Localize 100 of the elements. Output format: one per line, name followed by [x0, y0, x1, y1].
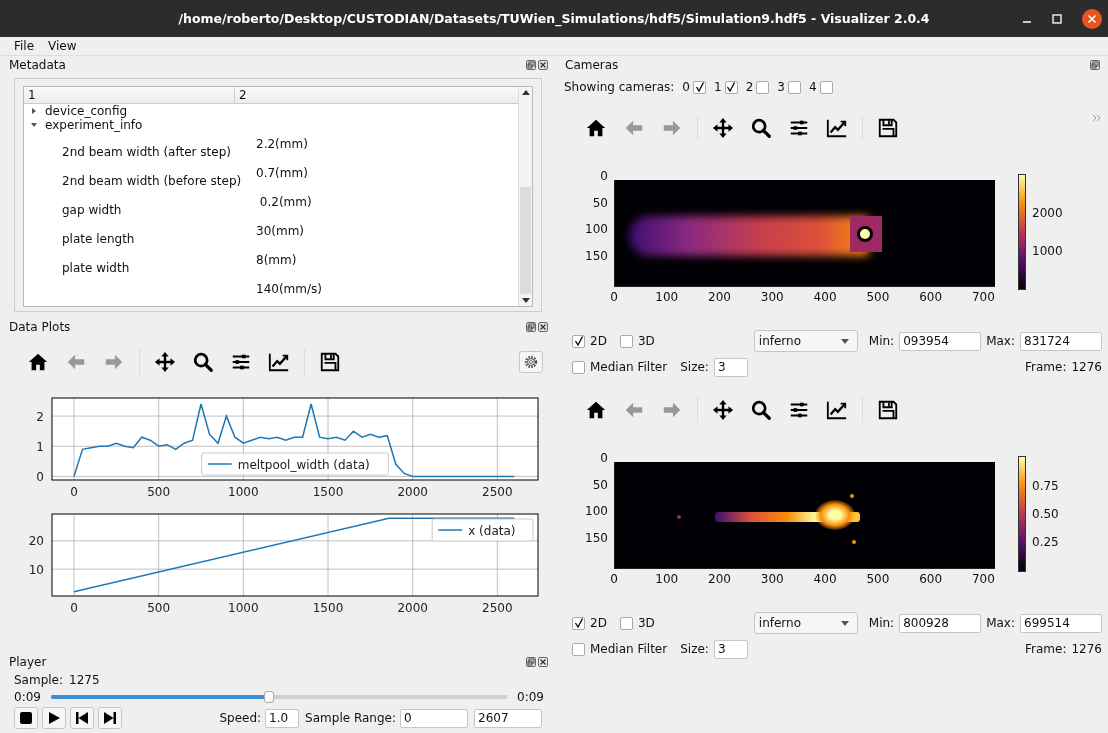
- column-header[interactable]: 1: [24, 87, 235, 103]
- checkbox-label: 3D: [637, 334, 655, 348]
- zoom-icon[interactable]: [192, 351, 214, 373]
- column-header[interactable]: 2: [235, 87, 247, 103]
- tick-label: 2500: [482, 601, 513, 615]
- frame-label: Frame:: [1025, 360, 1067, 374]
- save-icon[interactable]: [877, 117, 899, 139]
- showing-cameras-label: Showing cameras:: [564, 80, 675, 94]
- maximize-icon[interactable]: [1052, 14, 1062, 24]
- max-field[interactable]: 831724: [1020, 331, 1102, 351]
- min-field[interactable]: 800928: [899, 613, 982, 633]
- tree-item[interactable]: plate length: [62, 232, 135, 246]
- axes-icon[interactable]: [826, 117, 848, 139]
- tree-item[interactable]: gap width: [62, 203, 122, 217]
- axes-icon[interactable]: [826, 399, 848, 421]
- tick-label: 2000: [1032, 206, 1063, 221]
- checkbox[interactable]: [819, 80, 833, 94]
- expand-arrow-icon[interactable]: [30, 121, 38, 129]
- tree-item[interactable]: 2nd beam width (after step): [62, 145, 231, 159]
- checkbox[interactable]: [693, 80, 706, 94]
- close-icon[interactable]: [538, 60, 548, 70]
- pan-icon[interactable]: [712, 117, 734, 139]
- scroll-down-arrow-icon[interactable]: [521, 298, 530, 304]
- pan-icon[interactable]: [712, 399, 734, 421]
- tree-item[interactable]: experiment_info: [45, 118, 143, 132]
- time-label: 0:09: [517, 690, 544, 704]
- size-field[interactable]: 3: [713, 357, 748, 377]
- range-start-field[interactable]: 0: [400, 708, 468, 728]
- tree-item[interactable]: device_config: [45, 104, 128, 118]
- tick-label: 200: [708, 290, 731, 304]
- close-icon[interactable]: [538, 657, 548, 667]
- save-icon[interactable]: [319, 351, 341, 373]
- tree-item[interactable]: 2nd beam width (before step): [62, 174, 242, 188]
- float-icon[interactable]: [1090, 60, 1100, 70]
- tick-label: 2: [36, 409, 44, 424]
- home-icon[interactable]: [585, 117, 607, 139]
- sample-value: 1275: [69, 673, 100, 687]
- stop-button[interactable]: [14, 707, 38, 729]
- tick-label: 0: [600, 451, 608, 465]
- tick-label: 700: [971, 290, 995, 304]
- close-icon[interactable]: [1082, 9, 1102, 29]
- checkbox[interactable]: [619, 616, 633, 630]
- axes-icon[interactable]: [268, 351, 290, 373]
- zoom-icon[interactable]: [750, 117, 772, 139]
- slider-handle[interactable]: [264, 691, 275, 703]
- colormap-dropdown[interactable]: inferno: [753, 612, 858, 634]
- float-icon[interactable]: [526, 657, 536, 667]
- min-field[interactable]: 093954: [899, 331, 982, 351]
- window-title: /home/roberto/Desktop/CUSTODIAN/Datasets/TUWien_Simulations/hdf5/Simulation9.hdf5 - Visualizer 2.0.4: [178, 11, 930, 26]
- tick-label: 500: [147, 601, 171, 615]
- size-label: Size:: [680, 642, 709, 656]
- previous-button[interactable]: [70, 707, 94, 729]
- size-field[interactable]: 3: [713, 639, 748, 659]
- checkbox[interactable]: [572, 334, 585, 348]
- tick-label: 300: [760, 290, 784, 304]
- tick-label: 600: [919, 572, 943, 586]
- legend-label: meltpool_width (data): [237, 457, 370, 472]
- speed-field[interactable]: 1.0: [265, 708, 300, 728]
- tick-label: 100: [655, 572, 679, 586]
- tree-value: 2.2(mm): [256, 137, 308, 151]
- home-icon[interactable]: [585, 399, 607, 421]
- zoom-icon[interactable]: [750, 399, 772, 421]
- play-icon: [47, 711, 61, 725]
- float-icon[interactable]: [526, 322, 536, 332]
- save-icon[interactable]: [877, 399, 899, 421]
- float-icon[interactable]: [526, 60, 536, 70]
- range-end-field[interactable]: 2607: [474, 708, 542, 728]
- tick-label: 0: [610, 290, 618, 304]
- close-icon[interactable]: [538, 322, 548, 332]
- checkbox[interactable]: [572, 360, 585, 374]
- max-label: Max:: [986, 616, 1015, 630]
- sample-label: Sample:: [14, 673, 64, 687]
- checkbox-label: 3D: [637, 616, 655, 630]
- panel-title: Metadata: [9, 58, 67, 72]
- tick-label: 200: [708, 572, 731, 586]
- checkbox[interactable]: [572, 616, 585, 630]
- home-icon[interactable]: [27, 351, 49, 373]
- checkbox[interactable]: [756, 80, 770, 94]
- tick-label: 500: [866, 290, 890, 304]
- colormap-dropdown[interactable]: inferno: [753, 330, 858, 352]
- expand-arrow-icon[interactable]: [30, 107, 38, 115]
- tick-label: 2500: [482, 485, 513, 499]
- menu-item[interactable]: File: [14, 39, 35, 53]
- tick-label: 0.50: [1032, 507, 1059, 521]
- checkbox[interactable]: [619, 334, 633, 348]
- checkbox[interactable]: [724, 80, 738, 94]
- tick-label: 50: [592, 477, 608, 492]
- checkbox[interactable]: [787, 80, 801, 94]
- settings-button[interactable]: [519, 351, 543, 373]
- max-field[interactable]: 699514: [1020, 613, 1102, 633]
- pan-icon[interactable]: [154, 351, 176, 373]
- menu-item[interactable]: View: [48, 39, 77, 53]
- play-button[interactable]: [42, 707, 66, 729]
- tree-item[interactable]: plate width: [62, 261, 130, 275]
- next-button[interactable]: [98, 707, 122, 729]
- scrollbar[interactable]: [518, 87, 532, 306]
- scroll-up-arrow-icon[interactable]: [521, 89, 530, 95]
- camera-label: 3: [777, 80, 785, 94]
- max-label: Max:: [986, 334, 1015, 348]
- checkbox[interactable]: [572, 642, 585, 656]
